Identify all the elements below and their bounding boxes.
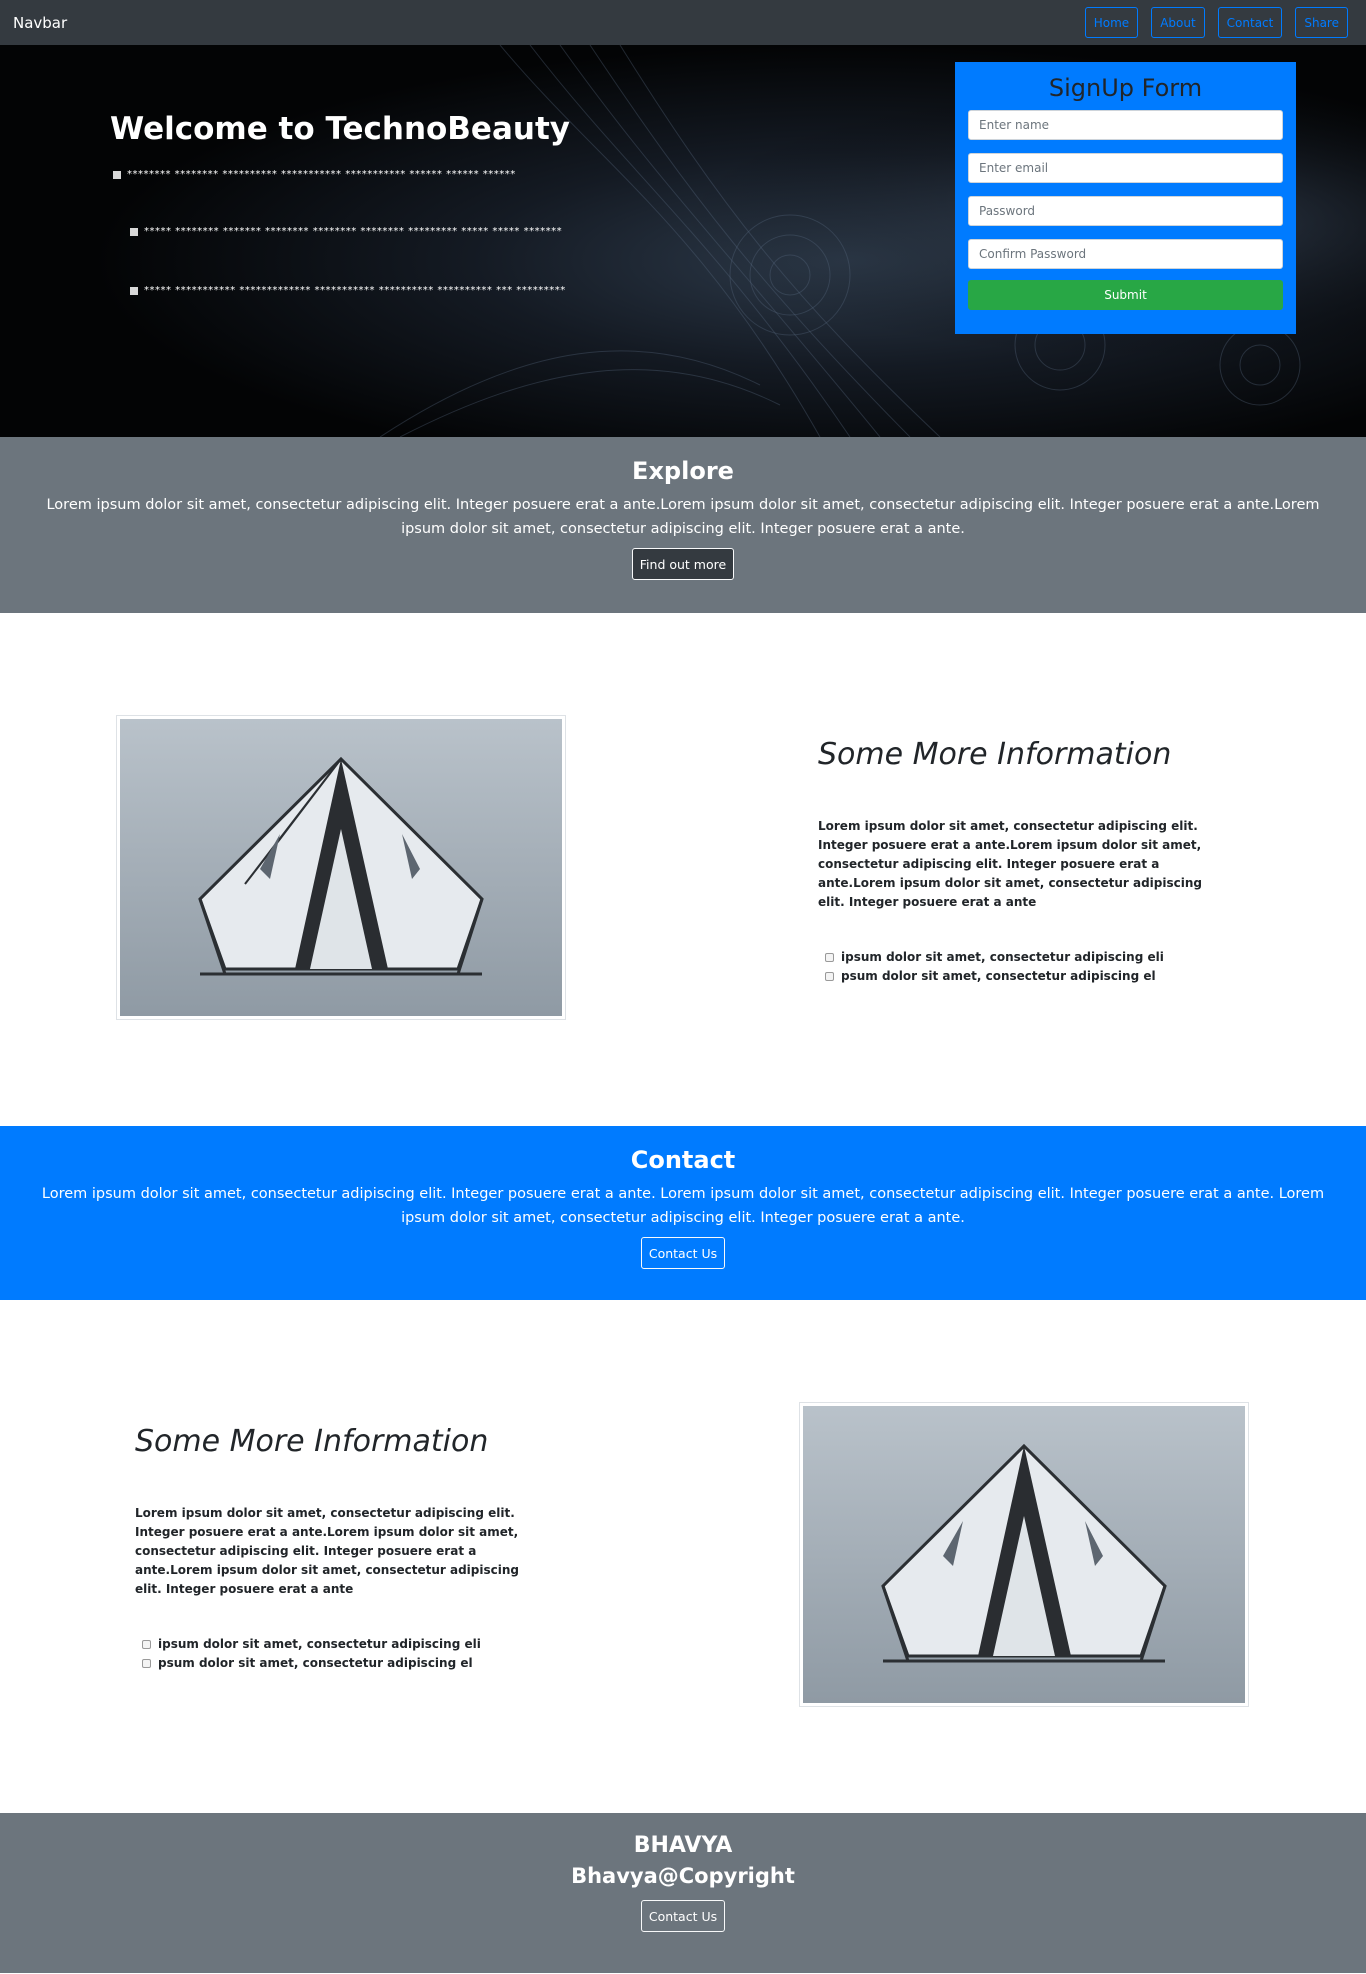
name-input[interactable] <box>968 110 1283 140</box>
explore-text: Lorem ipsum dolor sit amet, consectetur … <box>46 497 1320 537</box>
checkbox[interactable] <box>142 1640 151 1649</box>
signup-form: SignUp Form Submit <box>955 62 1296 334</box>
info-section-2: Some More Information Lorem ipsum dolor … <box>0 1300 1366 1813</box>
square-bullet-icon <box>130 227 138 236</box>
hero-content: Welcome to TechnoBeauty ******** *******… <box>110 111 570 296</box>
password-input[interactable] <box>968 196 1283 226</box>
checkbox[interactable] <box>825 972 834 981</box>
contact-text: Lorem ipsum dolor sit amet, consectetur … <box>41 1186 1325 1226</box>
info-checklist-label: psum dolor sit amet, consectetur adipisc… <box>841 969 1156 983</box>
info-title: Some More Information <box>818 737 1172 772</box>
info-checklist-item: ipsum dolor sit amet, consectetur adipis… <box>825 948 1218 967</box>
explore-title: Explore <box>632 457 734 485</box>
confirm-password-input[interactable] <box>968 239 1283 269</box>
info-checklist-item: psum dolor sit amet, consectetur adipisc… <box>142 1654 535 1673</box>
info-checklist-label: ipsum dolor sit amet, consectetur adipis… <box>841 950 1164 964</box>
nav-share-button[interactable]: Share <box>1295 7 1348 38</box>
hero-list-item: ******** ******** ********** ***********… <box>113 169 570 180</box>
info-checklist: ipsum dolor sit amet, consectetur adipis… <box>818 948 1218 986</box>
contact-us-button[interactable]: Contact Us <box>640 1237 726 1269</box>
signup-form-title: SignUp Form <box>1048 74 1203 102</box>
contact-title: Contact <box>630 1146 736 1174</box>
info-section-1: Some More Information Lorem ipsum dolor … <box>0 613 1366 1126</box>
tent-image <box>799 1402 1249 1707</box>
hero-list-item-text: ***** *********** ************* ********… <box>144 285 566 296</box>
hero-list-item-text: ***** ******** ******* ******** ********… <box>144 226 563 237</box>
info-checklist-label: ipsum dolor sit amet, consectetur adipis… <box>158 1637 481 1651</box>
find-out-more-button[interactable]: Find out more <box>631 548 735 580</box>
navbar: Navbar Home About Contact Share <box>0 0 1366 45</box>
submit-button[interactable]: Submit <box>968 280 1283 310</box>
hero-title: Welcome to TechnoBeauty <box>110 111 570 147</box>
nav-about-button[interactable]: About <box>1151 7 1205 38</box>
hero-section: Welcome to TechnoBeauty ******** *******… <box>0 45 1366 437</box>
explore-section: Explore Lorem ipsum dolor sit amet, cons… <box>0 437 1366 613</box>
square-bullet-icon <box>130 286 138 295</box>
footer-copyright: Bhavya@Copyright <box>571 1864 795 1888</box>
footer-contact-us-button[interactable]: Contact Us <box>640 1900 726 1932</box>
email-input[interactable] <box>968 153 1283 183</box>
info-paragraph: Lorem ipsum dolor sit amet, consectetur … <box>818 819 1202 909</box>
nav-contact-button[interactable]: Contact <box>1217 7 1283 38</box>
tent-image-art <box>120 719 562 1016</box>
info-checklist-label: psum dolor sit amet, consectetur adipisc… <box>158 1656 473 1670</box>
nav-links: Home About Contact Share <box>1084 7 1348 38</box>
info-checklist: ipsum dolor sit amet, consectetur adipis… <box>135 1635 535 1673</box>
footer: BHAVYA Bhavya@Copyright Contact Us <box>0 1813 1366 1973</box>
tent-image <box>116 715 566 1020</box>
checkbox[interactable] <box>142 1659 151 1668</box>
info-paragraph: Lorem ipsum dolor sit amet, consectetur … <box>135 1506 519 1596</box>
hero-list-item: ***** *********** ************* ********… <box>130 285 570 296</box>
hero-list: ******** ******** ********** ***********… <box>110 169 570 296</box>
info-checklist-item: ipsum dolor sit amet, consectetur adipis… <box>142 1635 535 1654</box>
checkbox[interactable] <box>825 953 834 962</box>
info-text-1: Some More Information Lorem ipsum dolor … <box>818 737 1218 986</box>
contact-section: Contact Lorem ipsum dolor sit amet, cons… <box>0 1126 1366 1300</box>
nav-home-button[interactable]: Home <box>1084 7 1139 38</box>
hero-list-item: ***** ******** ******* ******** ********… <box>130 226 570 237</box>
navbar-brand[interactable]: Navbar <box>13 14 67 32</box>
info-checklist-item: psum dolor sit amet, consectetur adipisc… <box>825 967 1218 986</box>
hero-list-item-text: ******** ******** ********** ***********… <box>127 169 516 180</box>
info-title: Some More Information <box>135 1424 489 1459</box>
tent-image-art <box>803 1406 1245 1703</box>
footer-name: BHAVYA <box>633 1833 733 1858</box>
info-text-2: Some More Information Lorem ipsum dolor … <box>135 1424 535 1673</box>
square-bullet-icon <box>113 170 121 179</box>
